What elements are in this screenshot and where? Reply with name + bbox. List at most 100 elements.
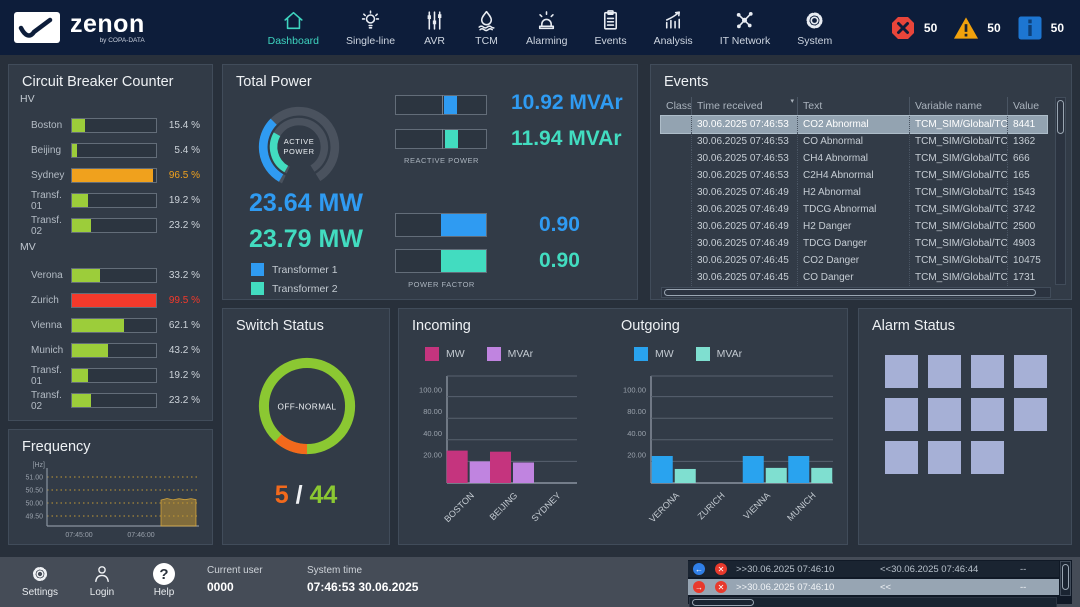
event-row[interactable]: 30.06.2025 07:46:45CO2 DangerTCM_SIM/Glo… (661, 252, 1047, 269)
error-icon (890, 15, 916, 41)
nav-item-events[interactable]: Events (594, 8, 626, 47)
alarm-status-cell[interactable] (971, 355, 1004, 388)
breaker-percent: 19.2 % (157, 370, 212, 381)
reactive-power-caption: REACTIVE POWER (369, 156, 514, 165)
svg-text:POWER: POWER (283, 147, 314, 156)
event-row[interactable]: 30.06.2025 07:46:53CH4 AbnormalTCM_SIM/G… (661, 150, 1047, 167)
legend-mvar: MVAr (696, 347, 742, 361)
legend-swatch-blue (634, 347, 648, 361)
alarm-status-cell[interactable] (971, 441, 1004, 474)
svg-text:07:46:00: 07:46:00 (127, 532, 154, 539)
svg-text:40.00: 40.00 (627, 429, 646, 438)
scrollbar-thumb[interactable] (1057, 100, 1064, 134)
event-row[interactable]: 30.06.2025 07:46:49TDCG AbnormalTCM_SIM/… (661, 201, 1047, 218)
column-header-text[interactable]: Text (797, 97, 909, 115)
breaker-percent: 96.5 % (157, 170, 212, 181)
alarm-status-cell[interactable] (1014, 398, 1047, 431)
event-cell (661, 133, 691, 150)
column-header-time-received[interactable]: Time received▾ (691, 97, 797, 115)
breaker-bar-track (71, 293, 157, 308)
power-factor-value-2: 0.90 (539, 249, 580, 273)
ticker-alarm-row[interactable]: ←✕>>30.06.2025 07:46:10<<30.06.2025 07:4… (688, 561, 1059, 577)
svg-text:100.00: 100.00 (419, 386, 442, 395)
event-cell: TCM_SIM/Global/TCM_... (909, 235, 1007, 252)
event-row[interactable]: 30.06.2025 07:46:53C2H4 AbnormalTCM_SIM/… (661, 167, 1047, 184)
breaker-bar-fill (72, 219, 91, 232)
ticker-alarm-row[interactable]: →✕>>30.06.2025 07:46:10<<-- (688, 579, 1059, 595)
column-header-value[interactable]: Value (1007, 97, 1047, 115)
event-row[interactable]: 30.06.2025 07:46:49H2 DangerTCM_SIM/Glob… (661, 218, 1047, 235)
power-factor-caption: POWER FACTOR (369, 280, 514, 289)
alarm-status-cell[interactable] (885, 441, 918, 474)
zenon-logo-icon (14, 12, 60, 43)
settings-button[interactable]: Settings (10, 563, 70, 598)
event-cell: CO Abnormal (797, 133, 909, 150)
events-vertical-scrollbar[interactable] (1055, 97, 1066, 285)
event-row[interactable]: 30.06.2025 07:46:49TDCG DangerTCM_SIM/Gl… (661, 235, 1047, 252)
alarm-status-cell[interactable] (928, 441, 961, 474)
panel-title: Total Power (223, 65, 637, 90)
column-header-class[interactable]: Class (661, 97, 691, 115)
event-row[interactable]: 30.06.2025 07:46:53CO AbnormalTCM_SIM/Gl… (661, 133, 1047, 150)
alarm-status-cell[interactable] (1014, 355, 1047, 388)
ticker-horizontal-scrollbar[interactable] (689, 597, 1057, 607)
svg-text:BOSTON: BOSTON (442, 490, 476, 524)
login-button[interactable]: Login (72, 563, 132, 598)
info-icon (1017, 15, 1043, 41)
info-badge[interactable]: 50 (1017, 15, 1064, 41)
ticker-vertical-scrollbar[interactable] (1060, 561, 1071, 596)
brand-subtitle: by COPA-DATA (100, 37, 145, 44)
home-icon (281, 8, 306, 33)
event-cell: 1543 (1007, 184, 1047, 201)
nav-item-system[interactable]: System (797, 8, 832, 47)
current-user-field: Current user 0000 (207, 565, 263, 594)
alarm-status-cell[interactable] (971, 398, 1004, 431)
column-header-variable-name[interactable]: Variable name (909, 97, 1007, 115)
nav-item-alarming[interactable]: Alarming (526, 8, 567, 47)
nav-item-tcm[interactable]: TCM (474, 8, 499, 47)
panel-title: Events (651, 65, 1071, 90)
legend-mvar: MVAr (487, 347, 533, 361)
event-cell: TCM_SIM/Global/TCM_... (909, 269, 1007, 286)
alarm-status-cell[interactable] (928, 398, 961, 431)
event-row[interactable]: 30.06.2025 07:46:45CO DangerTCM_SIM/Glob… (661, 269, 1047, 286)
event-cell (661, 167, 691, 184)
breaker-row: Transf. 0119.2 % (9, 363, 212, 388)
scrollbar-thumb[interactable] (664, 289, 1036, 296)
active-power-gauge: ACTIVE POWER (247, 95, 351, 199)
fill-blue (441, 214, 486, 236)
nav-item-dashboard[interactable]: Dashboard (268, 8, 319, 47)
nav-item-analysis[interactable]: Analysis (654, 8, 693, 47)
event-cell: 8441 (1007, 116, 1047, 133)
event-row[interactable]: 30.06.2025 07:46:49H2 AbnormalTCM_SIM/Gl… (661, 184, 1047, 201)
nav-item-single-line[interactable]: Single-line (346, 8, 395, 47)
scrollbar-thumb[interactable] (1062, 564, 1069, 590)
alarm-status-cell[interactable] (885, 398, 918, 431)
scrollbar-thumb[interactable] (692, 599, 754, 606)
breaker-name: Transf. 02 (9, 215, 71, 237)
breaker-bar-track (71, 168, 157, 183)
panel-title: Alarm Status (859, 309, 1071, 334)
event-cell: 30.06.2025 07:46:53 (691, 150, 797, 167)
event-cell: 10475 (1007, 252, 1047, 269)
alarm-status-cell[interactable] (885, 355, 918, 388)
breaker-name: Beijing (9, 145, 71, 156)
arrow-right-icon: → (688, 581, 710, 593)
error-badge[interactable]: 50 (890, 15, 937, 41)
event-cell: TCM_SIM/Global/TCM_... (909, 218, 1007, 235)
current-user-value: 0000 (207, 580, 263, 594)
help-button[interactable]: ? Help (134, 563, 194, 598)
nav-item-it-network[interactable]: IT Network (720, 8, 771, 47)
event-cell: 30.06.2025 07:46:49 (691, 184, 797, 201)
nav-item-avr[interactable]: AVR (422, 8, 447, 47)
breaker-name: Vienna (9, 320, 71, 331)
event-row[interactable]: 30.06.2025 07:46:53CO2 AbnormalTCM_SIM/G… (661, 116, 1047, 133)
events-horizontal-scrollbar[interactable] (661, 287, 1051, 298)
alarm-status-cell[interactable] (928, 355, 961, 388)
event-cell: TCM_SIM/Global/TCM_... (909, 201, 1007, 218)
warning-badge[interactable]: 50 (953, 15, 1000, 41)
event-cell: 30.06.2025 07:46:49 (691, 201, 797, 218)
incoming-legend: MW MVAr (425, 347, 533, 361)
gear-icon (29, 563, 51, 585)
legend-swatch-blue (251, 263, 264, 276)
